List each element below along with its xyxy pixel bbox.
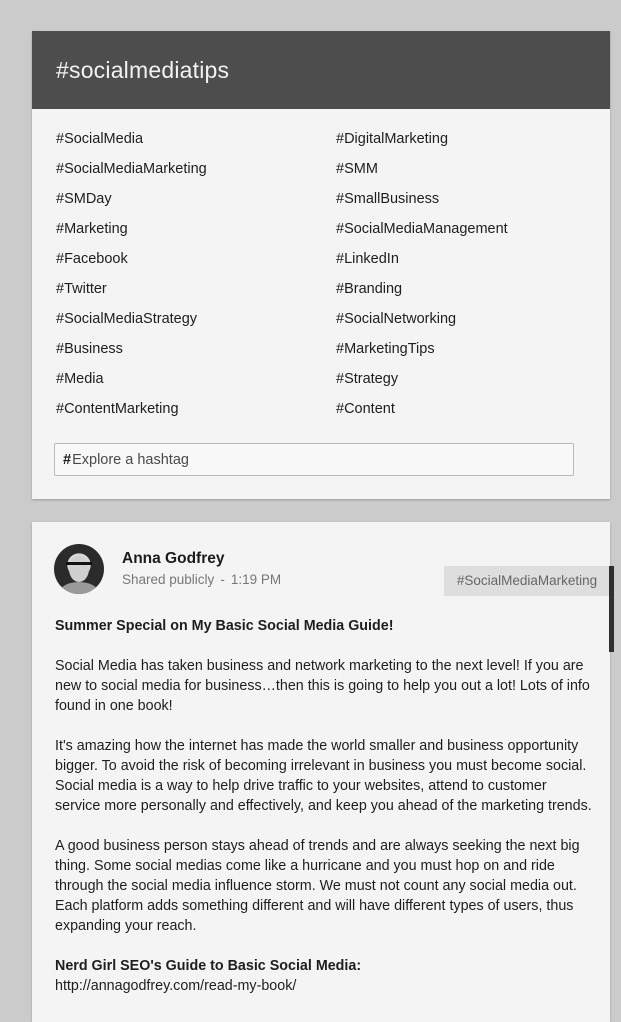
post-body: Summer Special on My Basic Social Media … <box>55 616 593 996</box>
hashtag-link[interactable]: #Twitter <box>56 281 107 297</box>
meta-separator: - <box>220 572 225 587</box>
explore-hashtag-field[interactable]: # <box>54 443 574 476</box>
visibility-label: Shared publicly <box>122 572 215 587</box>
hashtag-link[interactable]: #Facebook <box>56 251 128 267</box>
hashtag-link[interactable]: #Media <box>56 371 104 387</box>
hashtag-link[interactable]: #Branding <box>336 281 402 297</box>
hashtag-link[interactable]: #SocialMediaStrategy <box>56 311 197 327</box>
hashtag-link[interactable]: #LinkedIn <box>336 251 399 267</box>
hashtag-link[interactable]: #Strategy <box>336 371 398 387</box>
hashtag-link[interactable]: #SMDay <box>56 191 112 207</box>
hashtag-link[interactable]: #Business <box>56 341 123 357</box>
post-title: Summer Special on My Basic Social Media … <box>55 618 394 634</box>
hashtag-link[interactable]: #SocialNetworking <box>336 311 456 327</box>
explore-hashtag-input[interactable] <box>72 451 513 468</box>
post-hashtag-chip[interactable]: #SocialMediaMarketing <box>444 566 610 596</box>
hashtag-link[interactable]: #Marketing <box>56 221 128 237</box>
hashtag-link[interactable]: #SocialMediaMarketing <box>56 161 207 177</box>
hashtag-link[interactable]: #SocialMedia <box>56 131 143 147</box>
hashtag-card: #socialmediatips #SocialMedia #SocialMed… <box>32 31 610 499</box>
hashtag-link[interactable]: #DigitalMarketing <box>336 131 448 147</box>
post-paragraph: It's amazing how the internet has made t… <box>55 738 592 814</box>
scrollbar[interactable] <box>609 566 614 652</box>
hashtag-link[interactable]: #ContentMarketing <box>56 401 179 417</box>
hashtag-link[interactable]: #MarketingTips <box>336 341 435 357</box>
hashtag-link[interactable]: #SocialMediaManagement <box>336 221 508 237</box>
hashtag-card-title: #socialmediatips <box>32 31 610 109</box>
hashtag-link[interactable]: #Content <box>336 401 395 417</box>
post-paragraph: Social Media has taken business and netw… <box>55 658 590 714</box>
post-meta: Shared publicly -1:19 PM <box>122 572 281 587</box>
post-paragraph: A good business person stays ahead of tr… <box>55 838 580 934</box>
guide-title: Nerd Girl SEO's Guide to Basic Social Me… <box>55 958 362 974</box>
post-card: Anna Godfrey Shared publicly -1:19 PM #So… <box>32 522 614 1022</box>
hashtag-link[interactable]: #SMM <box>336 161 378 177</box>
hash-icon: # <box>63 451 72 468</box>
book-link[interactable]: http://annagodfrey.com/read-my-book/ <box>55 976 593 996</box>
author-name[interactable]: Anna Godfrey <box>122 550 224 568</box>
post-timestamp[interactable]: 1:19 PM <box>231 572 281 587</box>
hashtag-link[interactable]: #SmallBusiness <box>336 191 439 207</box>
avatar[interactable] <box>54 544 104 594</box>
